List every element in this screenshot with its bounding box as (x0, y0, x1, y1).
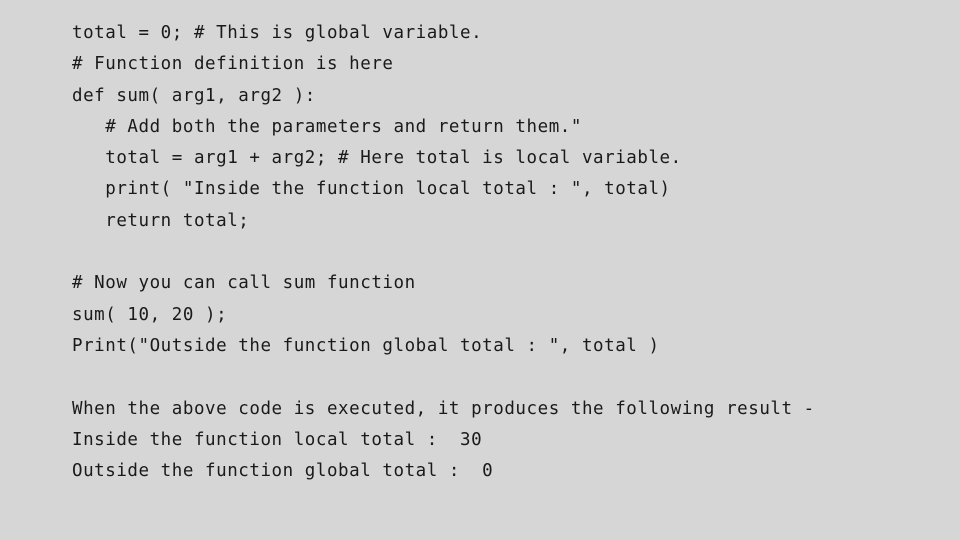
code-line: return total; (72, 210, 250, 231)
code-line: total = 0; # This is global variable. (72, 23, 483, 43)
code-line: When the above code is executed, it prod… (72, 398, 815, 419)
code-line: def sum( arg1, arg2 ): (72, 85, 316, 106)
code-line: # Function definition is here (72, 54, 394, 75)
code-line: sum( 10, 20 ); (72, 304, 228, 325)
code-line: # Now you can call sum function (72, 273, 416, 294)
code-block: total = 0; # This is global variable. # F… (72, 18, 960, 487)
code-line: Print("Outside the function global total… (72, 335, 660, 356)
code-line: total = arg1 + arg2; # Here total is loc… (72, 148, 682, 169)
code-line: print( "Inside the function local total … (72, 179, 671, 200)
code-line: Inside the function local total : 30 (72, 429, 483, 450)
code-line: # Add both the parameters and return the… (72, 116, 582, 137)
code-line: Outside the function global total : 0 (72, 461, 494, 482)
code-slide: total = 0; # This is global variable. # F… (0, 0, 960, 540)
